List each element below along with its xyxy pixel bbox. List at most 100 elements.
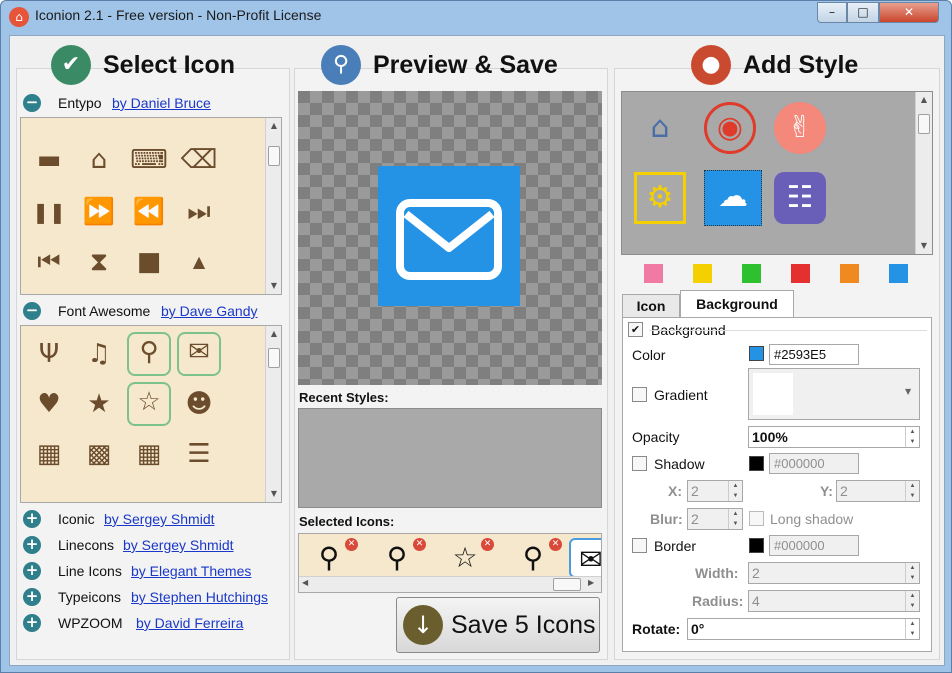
envelope-icon[interactable]: ✉ [177,332,221,376]
long-shadow-checkbox[interactable] [749,511,764,526]
border-width-spinner[interactable]: 2 ▲ ▼ [748,562,920,584]
scroll-up-arrow-icon[interactable]: ▲ [916,92,932,108]
minimize-button[interactable]: – [817,2,847,23]
swatch-yellow[interactable] [693,264,712,283]
music-icon[interactable]: ♫ [79,334,119,374]
shadow-color-field[interactable]: #000000 [769,453,859,474]
selected-icons-scrollbar[interactable]: ◀ ▶ [299,576,601,592]
opacity-spinner[interactable]: 100% ▲ ▼ [748,426,920,448]
film-icon[interactable]: ▦ [29,434,69,474]
minus-icon[interactable]: ▬ [29,140,69,180]
rewind-icon[interactable]: ⏪ [129,192,169,232]
author-link-line-icons[interactable]: by Elegant Themes [131,563,251,579]
spinner-arrows-icon[interactable]: ▲ ▼ [728,509,742,529]
glass-icon[interactable]: Ψ [29,334,69,374]
skip-next-icon[interactable]: ⏭ [179,192,219,232]
spinner-arrows-icon[interactable]: ▲ ▼ [728,481,742,501]
spinner-arrows-icon[interactable]: ▲ ▼ [905,591,919,611]
selected-envelope-icon[interactable]: ✉ [569,538,601,578]
scroll-up-arrow-icon[interactable]: ▲ [266,326,281,342]
title-bar[interactable]: ⌂ Iconion 2.1 - Free version - Non-Profi… [1,1,951,35]
home-icon[interactable]: ⌂ [79,140,119,180]
expand-wpzoom-button[interactable]: + [23,614,41,632]
pause-icon[interactable]: ❚❚ [29,192,69,232]
color-swatch[interactable] [749,346,764,361]
background-checkbox[interactable]: ✔ [628,322,643,337]
fast-forward-icon[interactable]: ⏩ [79,192,119,232]
entypo-scrollbar[interactable]: ▲ ▼ [265,118,281,294]
th-large-icon[interactable]: ▩ [79,434,119,474]
style-gear-icon[interactable]: ⚙ [634,172,686,224]
shadow-y-spinner[interactable]: 2 ▲ ▼ [836,480,920,502]
style-volume-icon[interactable]: ◉ [704,102,756,154]
style-presets-scrollbar[interactable]: ▲ ▼ [915,92,932,254]
scroll-thumb[interactable] [268,348,280,368]
user-icon[interactable]: ☻ [179,384,219,424]
spinner-arrows-icon[interactable]: ▲ ▼ [905,619,919,639]
expand-iconic-button[interactable]: + [23,510,41,528]
remove-icon[interactable]: ✕ [549,538,562,551]
scroll-up-arrow-icon[interactable]: ▲ [266,118,281,134]
fontawesome-scrollbar[interactable]: ▲ ▼ [265,326,281,502]
swatch-red[interactable] [791,264,810,283]
border-checkbox[interactable] [632,538,647,553]
spinner-arrows-icon[interactable]: ▲ ▼ [905,427,919,447]
author-link-linecons[interactable]: by Sergey Shmidt [123,537,234,553]
search-icon[interactable]: ⚲ [127,332,171,376]
shadow-color-swatch[interactable] [749,456,764,471]
keyboard-icon[interactable]: ⌨ [129,140,169,180]
eject-icon[interactable]: ▲ [179,242,219,282]
gradient-checkbox[interactable] [632,387,647,402]
heart-icon[interactable]: ♥ [29,384,69,424]
shadow-checkbox[interactable] [632,456,647,471]
border-color-swatch[interactable] [749,538,764,553]
scroll-down-arrow-icon[interactable]: ▼ [266,278,281,294]
th-icon[interactable]: ▦ [129,434,169,474]
scroll-left-arrow-icon[interactable]: ◀ [302,578,308,587]
expand-linecons-button[interactable]: + [23,536,41,554]
save-icons-button[interactable]: ↓ Save 5 Icons [396,597,600,653]
recent-styles-list[interactable] [298,408,602,508]
collapse-entypo-button[interactable]: − [23,94,41,112]
style-cloud-icon[interactable]: ☁ [704,170,762,226]
stop-icon[interactable]: ■ [129,242,169,282]
swatch-green[interactable] [742,264,761,283]
tab-background[interactable]: Background [680,290,794,318]
star-outline-icon[interactable]: ☆ [127,382,171,426]
collapse-fontawesome-button[interactable]: − [23,302,41,320]
color-field[interactable]: #2593E5 [769,344,859,365]
th-list-icon[interactable]: ☰ [179,434,219,474]
remove-icon[interactable]: ✕ [345,538,358,551]
swatch-pink[interactable] [644,264,663,283]
rotate-spinner[interactable]: 0° ▲ ▼ [687,618,920,640]
backspace-icon[interactable]: ⌫ [179,140,219,180]
scroll-right-arrow-icon[interactable]: ▶ [588,578,594,587]
style-home-icon[interactable]: ⌂ [634,102,686,154]
author-link-fontawesome[interactable]: by Dave Gandy [161,303,258,319]
expand-typeicons-button[interactable]: + [23,588,41,606]
tab-icon[interactable]: Icon [622,294,680,318]
border-color-field[interactable]: #000000 [769,535,859,556]
hourglass-icon[interactable]: ⧗ [79,242,119,282]
border-radius-spinner[interactable]: 4 ▲ ▼ [748,590,920,612]
author-link-entypo[interactable]: by Daniel Bruce [112,95,211,111]
gradient-dropdown[interactable]: ▼ [748,368,920,420]
spinner-arrows-icon[interactable]: ▲ ▼ [905,563,919,583]
maximize-button[interactable]: □ [847,2,879,23]
scroll-down-arrow-icon[interactable]: ▼ [916,238,932,254]
style-thumbs-up-icon[interactable]: ✌ [774,102,826,154]
remove-icon[interactable]: ✕ [481,538,494,551]
spinner-arrows-icon[interactable]: ▲ ▼ [905,481,919,501]
swatch-blue[interactable] [889,264,908,283]
author-link-iconic[interactable]: by Sergey Shmidt [104,511,215,527]
scroll-down-arrow-icon[interactable]: ▼ [266,486,281,502]
blur-spinner[interactable]: 2 ▲ ▼ [687,508,743,530]
scroll-thumb[interactable] [553,578,581,591]
star-icon[interactable]: ★ [79,384,119,424]
style-microphone-icon[interactable]: ☷ [774,172,826,224]
author-link-typeicons[interactable]: by Stephen Hutchings [131,589,268,605]
remove-icon[interactable]: ✕ [413,538,426,551]
scroll-thumb[interactable] [268,146,280,166]
author-link-wpzoom[interactable]: by David Ferreira [136,615,243,631]
scroll-thumb[interactable] [918,114,930,134]
